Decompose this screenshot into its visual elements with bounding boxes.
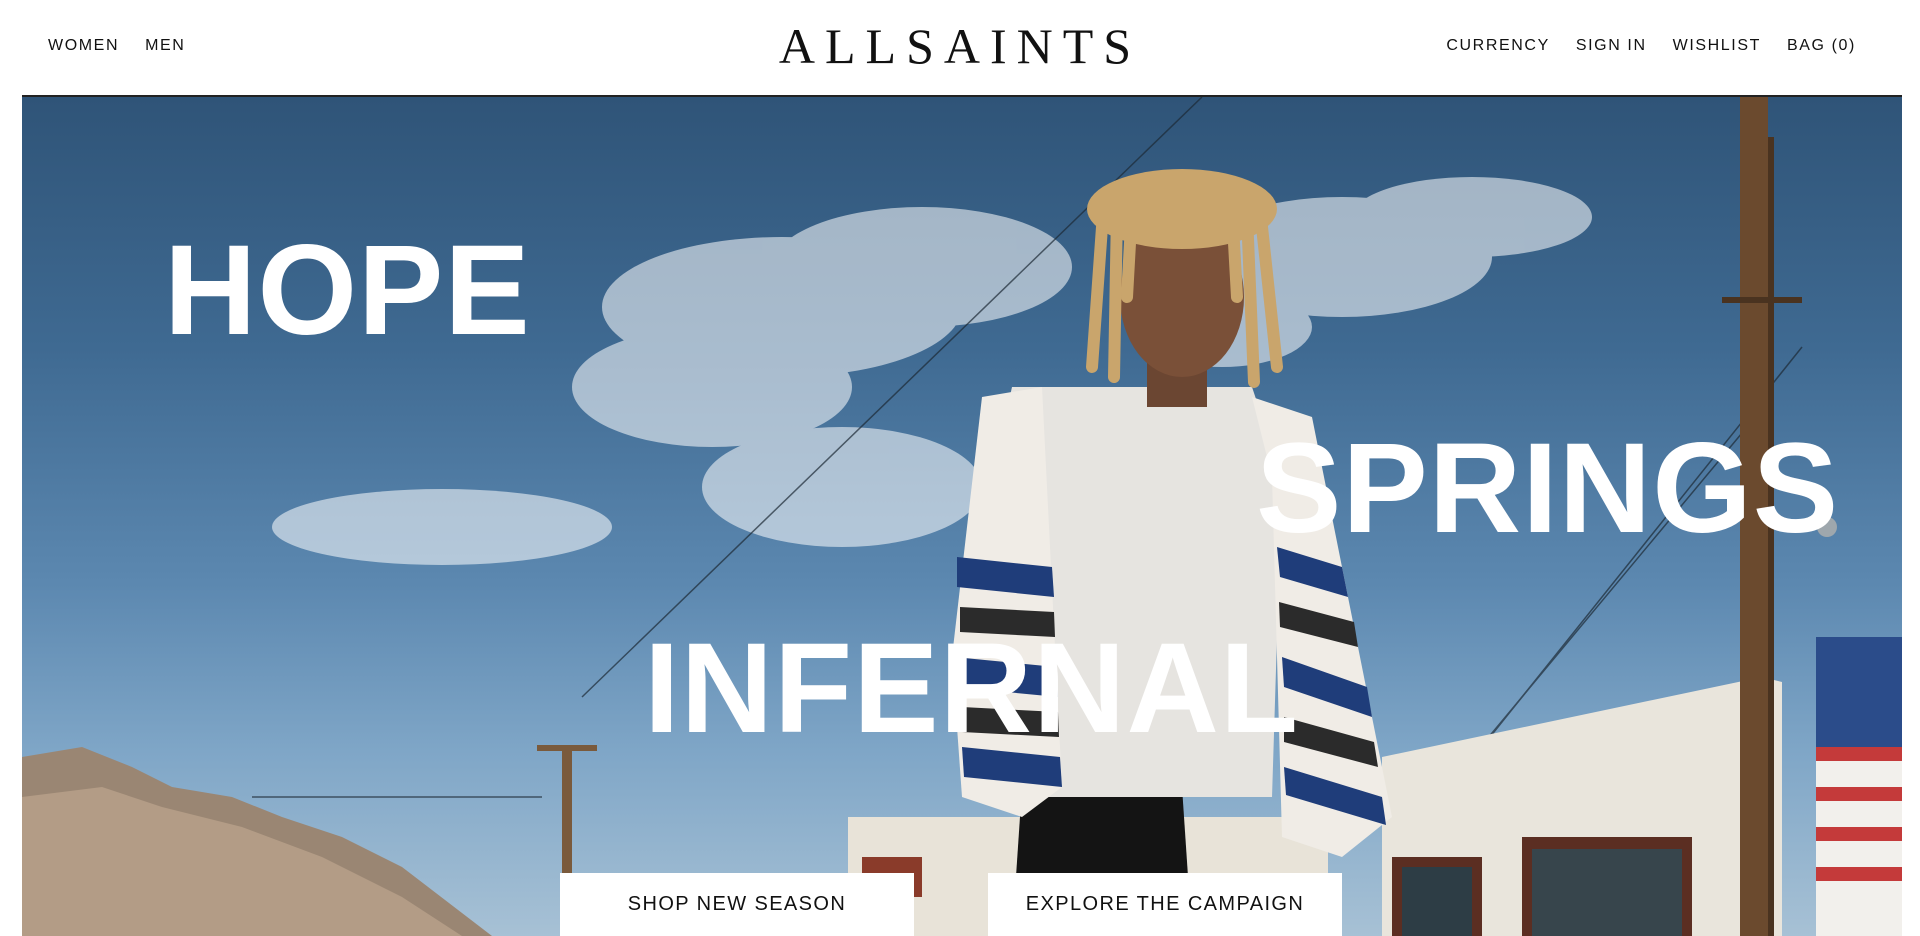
site-header: WOMEN MEN ALLSAINTS CURRENCY SIGN IN WIS…: [0, 0, 1920, 97]
bag-link[interactable]: BAG (0): [1787, 36, 1856, 56]
headline-springs: SPRINGS: [1256, 417, 1840, 560]
hero-banner[interactable]: HOPE SPRINGS INFERNAL SHOP NEW SEASON EX…: [22, 97, 1902, 936]
headline-infernal: INFERNAL: [644, 617, 1300, 760]
explore-campaign-button[interactable]: EXPLORE THE CAMPAIGN: [988, 873, 1342, 936]
utility-nav: CURRENCY SIGN IN WISHLIST BAG (0): [1446, 36, 1856, 56]
wishlist-link[interactable]: WISHLIST: [1673, 36, 1761, 56]
shop-new-season-button[interactable]: SHOP NEW SEASON: [560, 873, 914, 936]
headline-hope: HOPE: [164, 219, 531, 362]
sign-in-link[interactable]: SIGN IN: [1576, 36, 1647, 56]
currency-link[interactable]: CURRENCY: [1446, 36, 1549, 56]
